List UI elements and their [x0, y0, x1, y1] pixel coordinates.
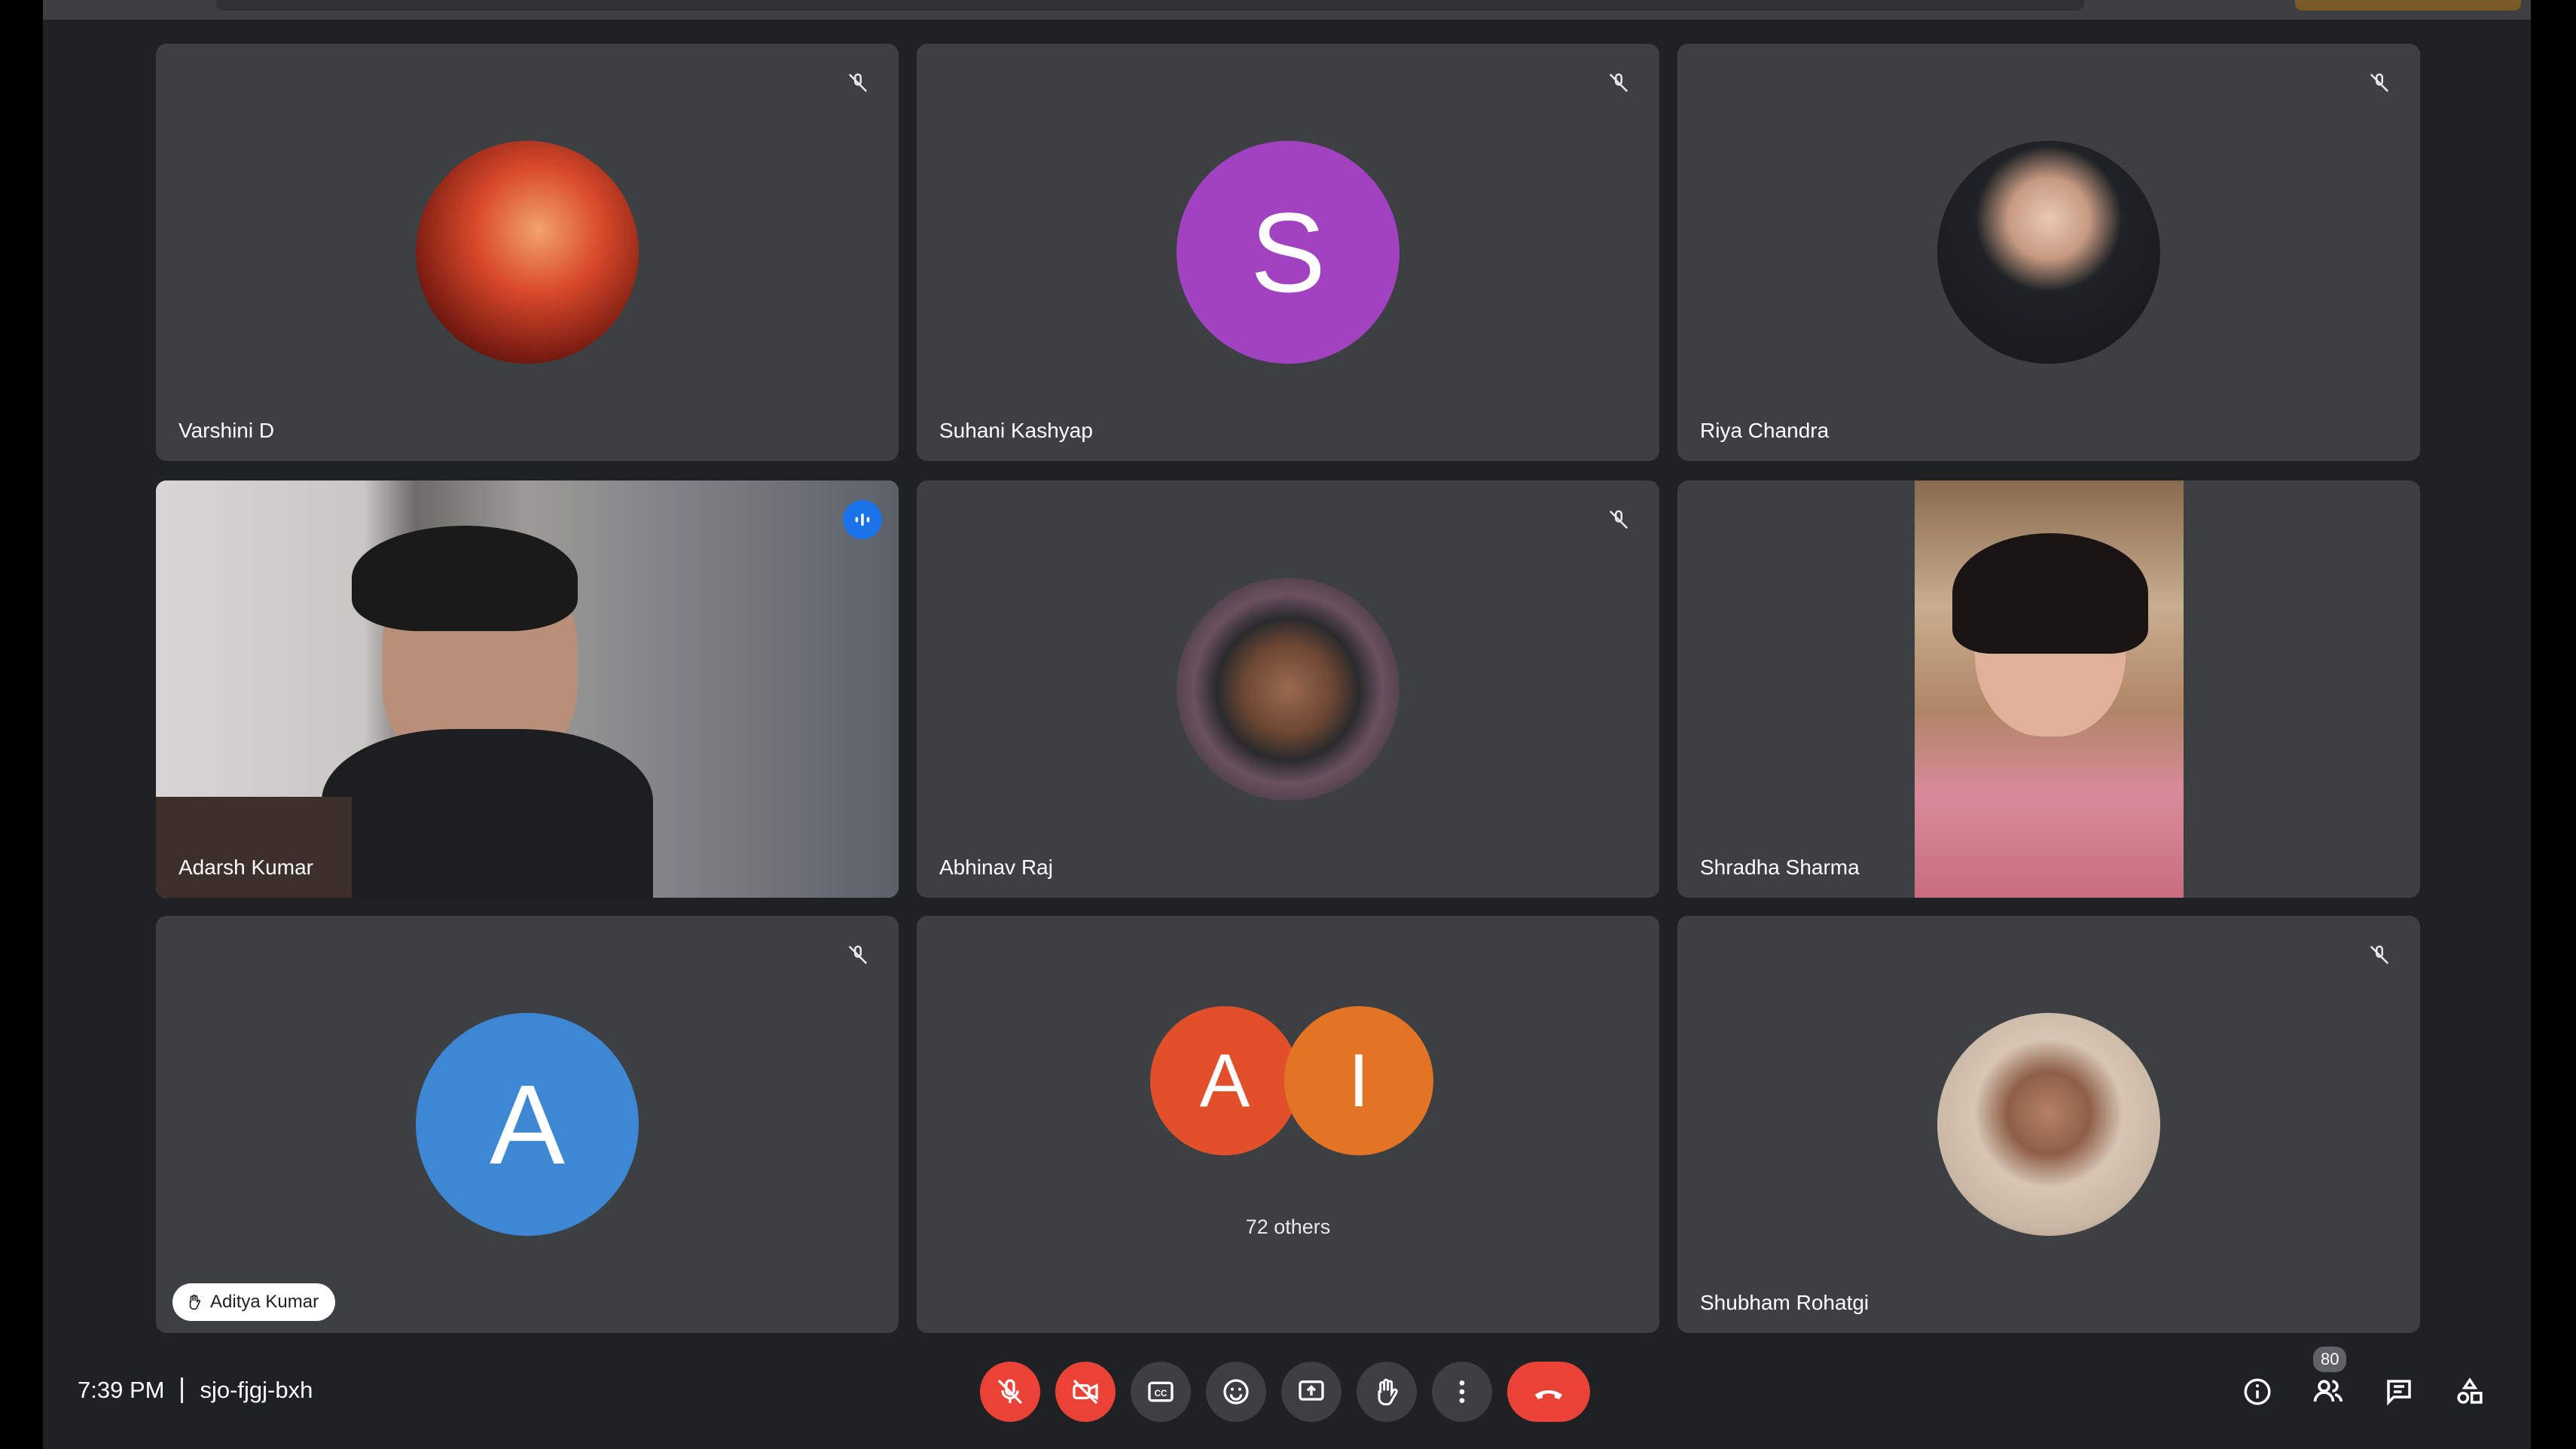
participant-tile[interactable]: Shradha Sharma: [1677, 480, 2420, 898]
participant-name: Suhani Kashyap: [939, 419, 1093, 442]
more-options-icon: [1459, 1380, 1465, 1403]
avatar: A: [1150, 1006, 1299, 1155]
participant-name: Shradha Sharma: [1700, 856, 1860, 879]
avatar-letter: A: [1199, 1038, 1250, 1123]
chat-icon: [2387, 1380, 2411, 1406]
participant-name: Shubham Rohatgi: [1700, 1291, 1869, 1314]
top-bar-accent: [2295, 0, 2521, 11]
svg-text:CC: CC: [1155, 1389, 1167, 1399]
activities-icon: [2457, 1377, 2483, 1404]
participant-name: Varshini D: [179, 419, 275, 442]
top-bar: [43, 0, 2531, 20]
speaking-indicator-icon: [843, 500, 882, 539]
avatar: [416, 141, 639, 364]
reactions-button[interactable]: [1206, 1362, 1266, 1422]
participant-name: Aditya Kumar: [210, 1292, 319, 1312]
video-feed: [156, 480, 899, 898]
avatar: [1937, 1013, 2160, 1236]
captions-button[interactable]: CC: [1131, 1362, 1191, 1422]
activities-button[interactable]: [2440, 1362, 2500, 1422]
others-tile[interactable]: A I 72 others: [917, 916, 1659, 1333]
participant-name: Adarsh Kumar: [179, 856, 313, 879]
raise-hand-icon: [186, 1294, 203, 1310]
avatar: S: [1177, 141, 1399, 364]
raised-hand-name-pill: Aditya Kumar: [172, 1283, 336, 1321]
chat-button[interactable]: [2369, 1362, 2429, 1422]
meeting-code[interactable]: sjo-fjgj-bxh: [200, 1377, 313, 1404]
avatar-letter: I: [1348, 1038, 1369, 1123]
others-count-label: 72 others: [1245, 1216, 1331, 1238]
captions-icon: CC: [1148, 1381, 1174, 1402]
avatar: I: [1284, 1006, 1433, 1155]
participant-tile[interactable]: A Aditya Kumar: [156, 916, 899, 1333]
leave-call-button[interactable]: [1507, 1362, 1590, 1422]
participant-tile[interactable]: S Suhani Kashyap: [917, 44, 1659, 461]
participant-tile[interactable]: Riya Chandra: [1677, 44, 2420, 461]
mic-off-icon: [2361, 65, 2397, 101]
participant-tile-active[interactable]: Adarsh Kumar: [156, 480, 899, 898]
present-screen-icon: [1299, 1380, 1324, 1401]
mic-off-icon: [997, 1379, 1023, 1405]
present-button[interactable]: [1281, 1362, 1341, 1422]
mic-off-icon: [1601, 502, 1637, 538]
meeting-stage: Varshini D S Suhani Kashyap Riya Chandra…: [43, 0, 2531, 1449]
raise-hand-icon: [1378, 1378, 1398, 1406]
people-button[interactable]: 80: [2298, 1347, 2358, 1422]
participant-tile[interactable]: Abhinav Raj: [917, 480, 1659, 898]
avatar: [1177, 578, 1399, 801]
top-bar-track: [216, 0, 2084, 11]
mic-off-icon: [1601, 65, 1637, 101]
participant-name: Abhinav Raj: [939, 856, 1053, 879]
more-options-button[interactable]: [1432, 1362, 1492, 1422]
emoji-icon: [1223, 1379, 1249, 1405]
divider: [181, 1377, 184, 1403]
people-icon: [2313, 1380, 2343, 1402]
camera-toggle-button[interactable]: [1055, 1362, 1116, 1422]
mic-off-icon: [840, 65, 876, 101]
avatar-letter: A: [489, 1060, 566, 1188]
avatar-letter: S: [1250, 188, 1326, 316]
end-call-icon: [1535, 1390, 1562, 1399]
meeting-details-button[interactable]: [2227, 1362, 2288, 1422]
raise-hand-button[interactable]: [1357, 1362, 1417, 1422]
call-controls: CC: [980, 1362, 1590, 1422]
camera-off-icon: [1073, 1379, 1098, 1405]
meeting-time: 7:39 PM: [78, 1377, 165, 1403]
participant-tile[interactable]: Shubham Rohatgi: [1677, 916, 2420, 1333]
info-icon: [2244, 1378, 2271, 1405]
avatar: A: [416, 1013, 639, 1236]
meeting-details: 7:39 PM sjo-fjgj-bxh: [78, 1377, 313, 1404]
participant-count-badge: 80: [2313, 1347, 2347, 1372]
side-controls: 80: [2227, 1347, 2500, 1422]
avatar-stack: A I: [1150, 1006, 1436, 1157]
participant-name: Riya Chandra: [1700, 419, 1830, 442]
mic-toggle-button[interactable]: [980, 1362, 1040, 1422]
avatar: [1937, 141, 2160, 364]
mic-off-icon: [840, 937, 876, 973]
mic-off-icon: [2361, 937, 2397, 973]
participant-tile[interactable]: Varshini D: [156, 44, 899, 461]
video-feed: [1915, 480, 2184, 898]
